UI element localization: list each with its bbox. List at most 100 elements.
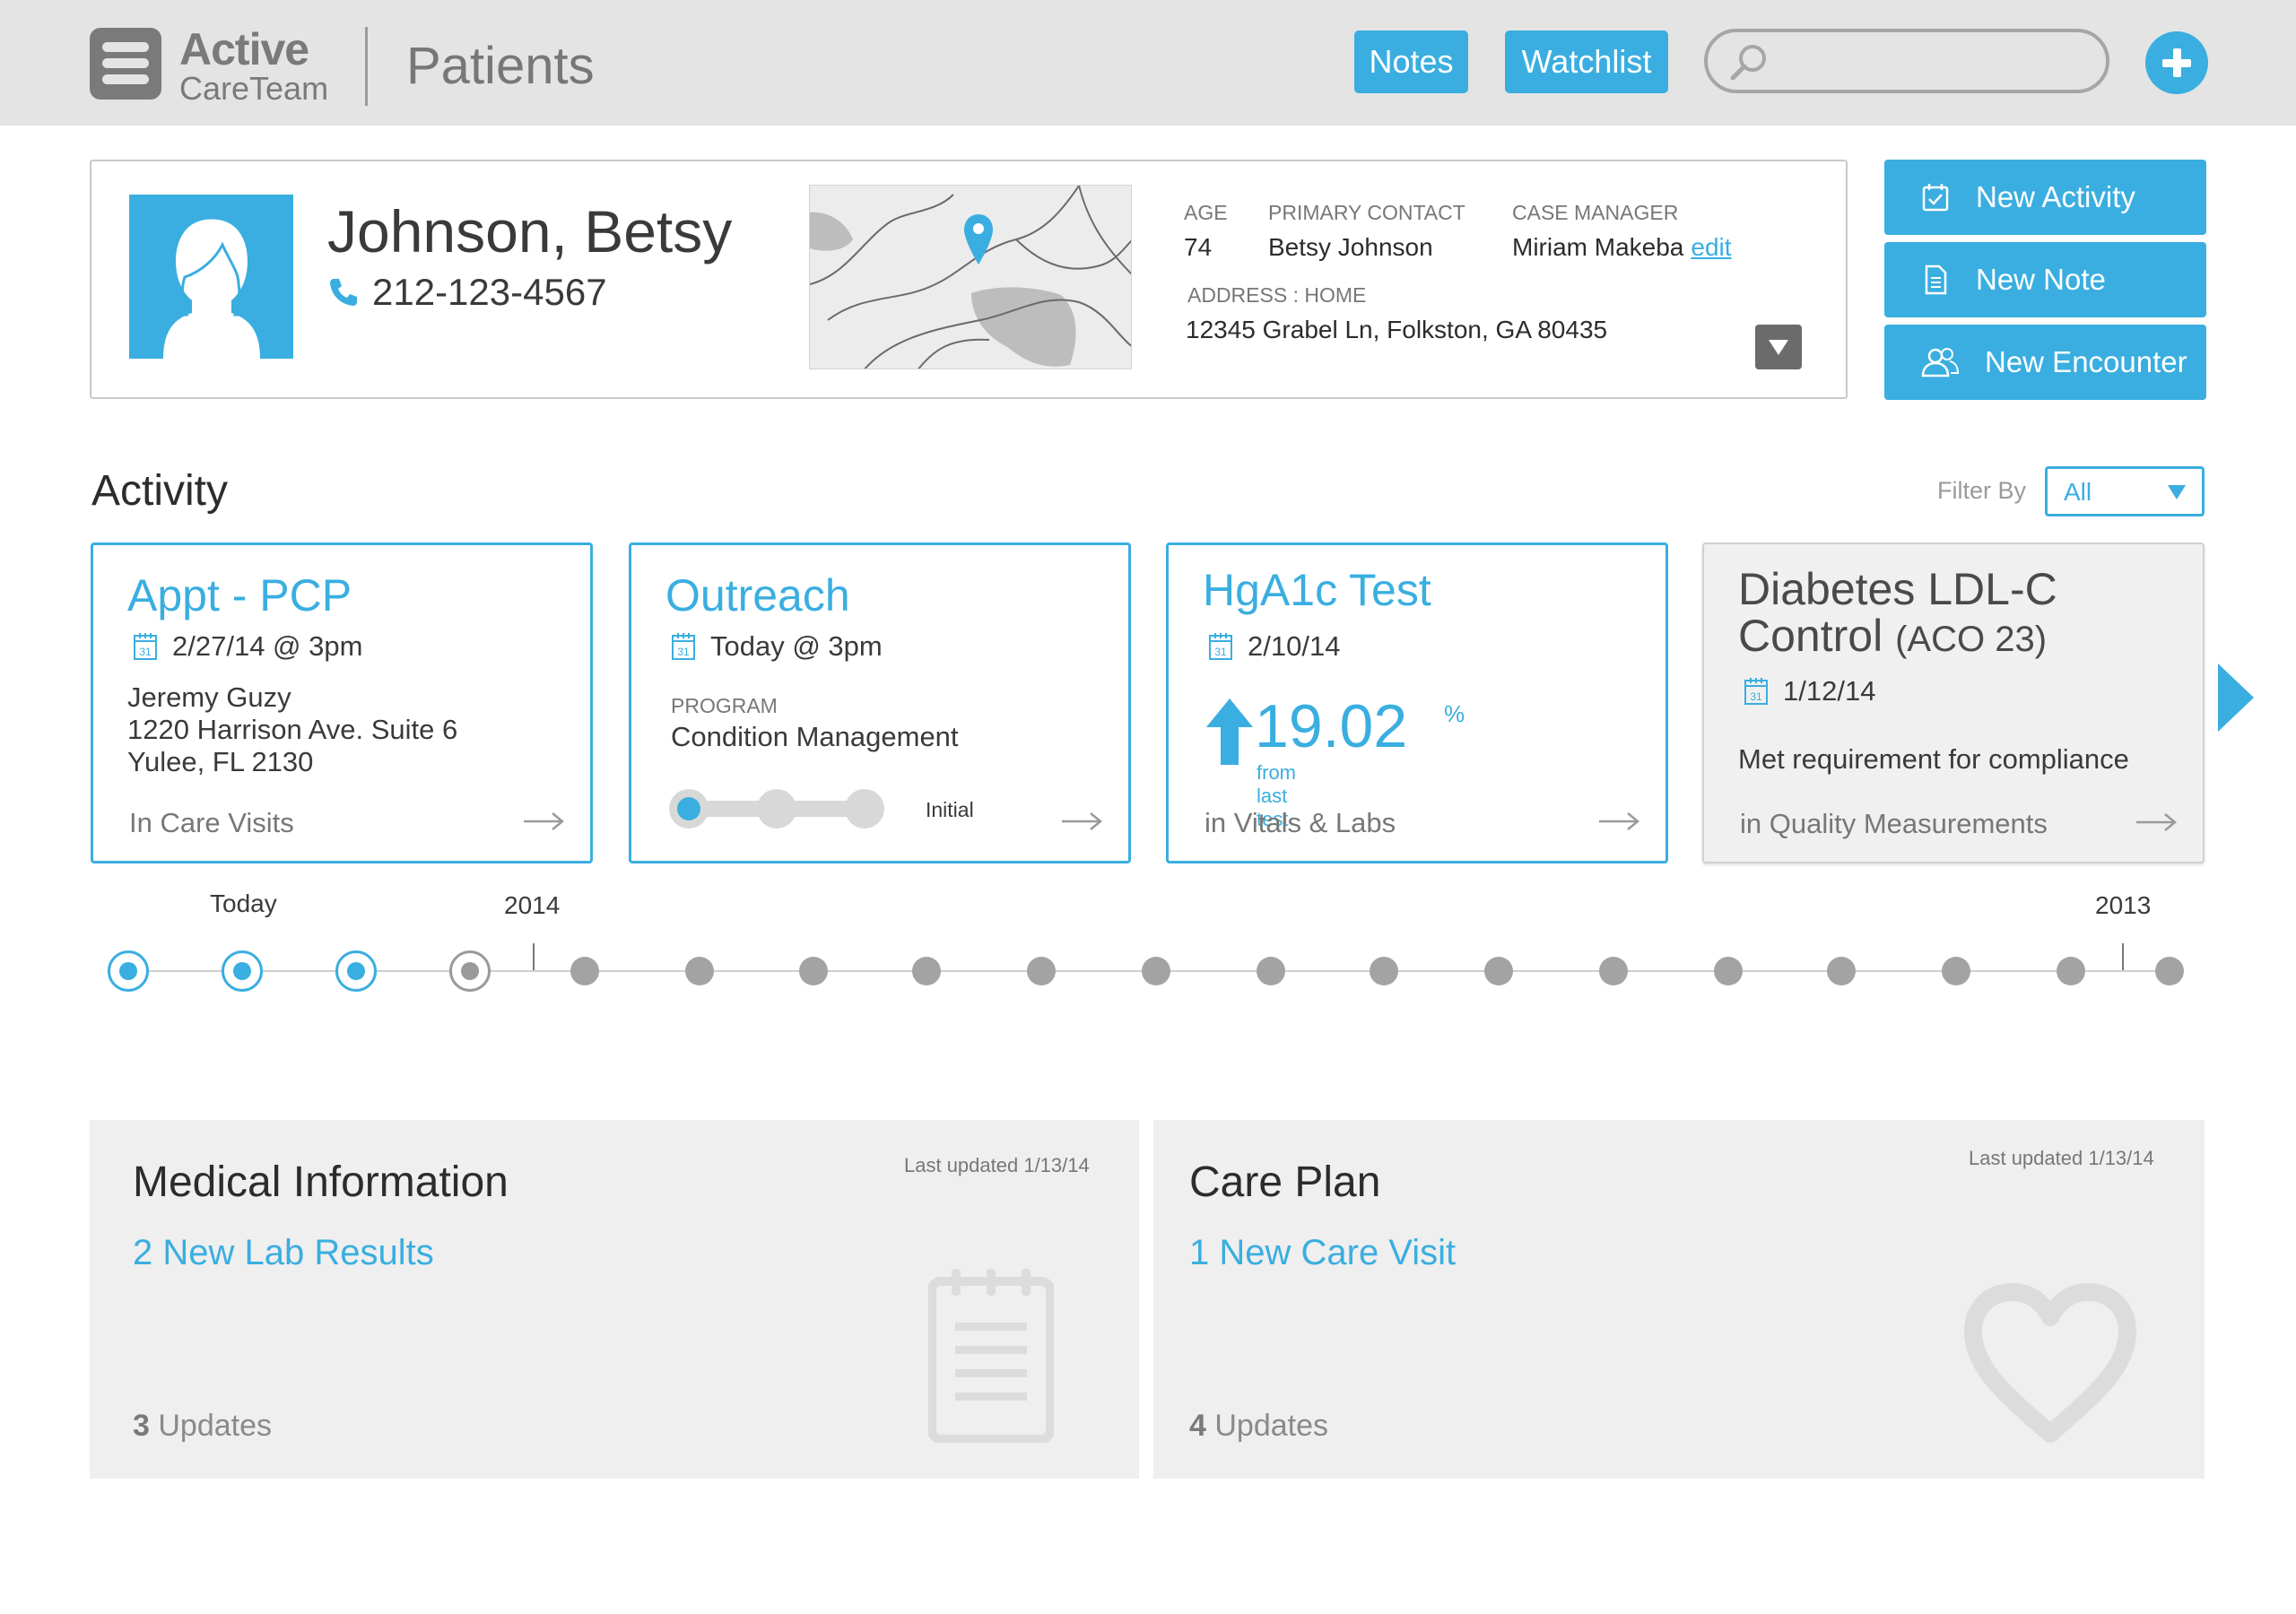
timeline-node-dot[interactable] [1484, 957, 1513, 985]
document-icon [1920, 265, 1951, 295]
arrow-right-icon[interactable] [1060, 811, 1103, 836]
card-title: Appt - PCP [127, 570, 352, 620]
primary-contact-label: PRIMARY CONTACT [1268, 201, 1465, 224]
card-title: HgA1c Test [1203, 565, 1431, 615]
menu-logo-icon[interactable] [90, 28, 161, 100]
timeline-node-dot[interactable] [1142, 957, 1170, 985]
card-title: Outreach [665, 570, 850, 620]
stepper-label: Initial [926, 798, 974, 821]
chevron-down-icon [2168, 485, 2186, 499]
program-value: Condition Management [671, 721, 959, 752]
age-value: 74 [1184, 233, 1213, 261]
card-date: 31 1/12/14 [1744, 675, 1875, 707]
progress-stepper [669, 789, 884, 829]
stepper-step [757, 789, 796, 829]
timeline-node-dot[interactable] [570, 957, 599, 985]
timeline-tick-2014 [533, 943, 535, 970]
new-lab-results-link[interactable]: 2 New Lab Results [133, 1233, 434, 1273]
activity-card-appointment[interactable]: Appt - PCP 31 2/27/14 @ 3pm Jeremy Guzy … [91, 542, 593, 863]
card-date-text: 2/27/14 @ 3pm [172, 630, 363, 662]
timeline-node-dot[interactable] [799, 957, 828, 985]
filter-by-label: Filter By [1937, 477, 2027, 504]
card-address-line1: 1220 Harrison Ave. Suite 6 [127, 714, 458, 745]
timeline-node-hollow[interactable] [449, 950, 491, 992]
edit-case-manager-link[interactable]: edit [1691, 233, 1731, 261]
card-title: Diabetes LDL-C Control (ACO 23) [1738, 566, 2057, 663]
updates-number: 3 [133, 1409, 150, 1443]
address-label: ADDRESS : HOME [1187, 283, 1367, 307]
new-activity-button[interactable]: New Activity [1884, 160, 2206, 235]
clipboard-icon [927, 1263, 1055, 1447]
patient-summary-card: Johnson, Betsy 212-123-4567 AGE 74 PRIMA… [90, 160, 1848, 399]
timeline-node-dot[interactable] [2057, 957, 2085, 985]
panel-last-updated: Last updated 1/13/14 [904, 1154, 1090, 1176]
timeline-label-2013: 2013 [2095, 891, 2152, 919]
arrow-up-icon [1206, 699, 1253, 765]
card-title-control: Control [1738, 611, 1883, 661]
card-description: Met requirement for compliance [1738, 743, 2129, 775]
page-title: Patients [406, 37, 595, 95]
medical-information-panel[interactable]: Medical Information Last updated 1/13/14… [90, 1120, 1139, 1479]
search-input[interactable] [1704, 29, 2109, 93]
timeline-node-active[interactable] [108, 950, 149, 992]
timeline-node-dot[interactable] [1714, 957, 1743, 985]
expand-details-button[interactable] [1755, 325, 1802, 369]
calendar-icon: 31 [1744, 677, 1769, 706]
patient-name: Johnson, Betsy [327, 198, 733, 265]
timeline-node-dot[interactable] [1027, 957, 1056, 985]
new-care-visit-link[interactable]: 1 New Care Visit [1189, 1233, 1456, 1273]
female-avatar-icon [154, 216, 269, 359]
timeline-node-dot[interactable] [1827, 957, 1856, 985]
new-encounter-button[interactable]: New Encounter [1884, 325, 2206, 400]
phone-number: 212-123-4567 [372, 271, 607, 313]
timeline-node-dot[interactable] [1942, 957, 1970, 985]
calendar-check-icon [1920, 182, 1951, 213]
timeline-node-active[interactable] [335, 950, 377, 992]
heart-icon [1961, 1281, 2140, 1451]
timeline-node-dot[interactable] [2155, 957, 2184, 985]
card-title-line1: Diabetes LDL-C [1738, 564, 2057, 614]
care-plan-panel[interactable]: Care Plan Last updated 1/13/14 1 New Car… [1153, 1120, 2205, 1479]
activity-card-quality-measure[interactable]: Diabetes LDL-C Control (ACO 23) 31 1/12/… [1702, 542, 2205, 863]
next-page-arrow-icon[interactable] [2218, 664, 2254, 732]
activity-title: Activity [91, 467, 229, 515]
svg-text:31: 31 [1750, 690, 1762, 703]
panel-title: Medical Information [133, 1158, 509, 1206]
notes-button[interactable]: Notes [1354, 30, 1468, 93]
case-manager-name: Miriam Makeba [1512, 233, 1684, 261]
case-manager-value: Miriam Makeba edit [1512, 233, 1732, 262]
timeline-node-dot[interactable] [1370, 957, 1398, 985]
address-value: 12345 Grabel Ln, Folkston, GA 80435 [1186, 316, 1608, 343]
phone-icon [330, 279, 357, 306]
address-map[interactable] [809, 185, 1132, 369]
timeline-node-dot[interactable] [912, 957, 941, 985]
card-provider: Jeremy Guzy [127, 681, 291, 713]
activity-card-lab-test[interactable]: HgA1c Test 31 2/10/14 19.02 % from last … [1166, 542, 1668, 863]
age-label: AGE [1184, 201, 1228, 224]
arrow-right-icon[interactable] [522, 811, 565, 836]
updates-label: Updates [1205, 1409, 1329, 1443]
timeline-node-dot[interactable] [685, 957, 714, 985]
timeline-node-dot[interactable] [1257, 957, 1285, 985]
panel-updates-count: 3 Updates [133, 1409, 272, 1444]
avatar [129, 195, 293, 359]
timeline-node-active[interactable] [222, 950, 263, 992]
metric-value: 19.02 [1255, 692, 1408, 760]
filter-select[interactable]: All [2045, 466, 2205, 516]
watchlist-button[interactable]: Watchlist [1505, 30, 1668, 93]
new-encounter-label: New Encounter [1985, 345, 2187, 378]
svg-text:31: 31 [677, 646, 690, 658]
arrow-right-icon[interactable] [2135, 812, 2178, 837]
panel-updates-count: 4 Updates [1189, 1409, 1328, 1444]
map-pin-icon [964, 214, 993, 265]
arrow-right-icon[interactable] [1597, 811, 1640, 836]
stepper-step [669, 789, 709, 829]
activity-card-outreach[interactable]: Outreach 31 Today @ 3pm PROGRAM Conditio… [629, 542, 1131, 863]
timeline-node-dot[interactable] [1599, 957, 1628, 985]
patient-phone[interactable]: 212-123-4567 [327, 271, 607, 314]
timeline-label-today: Today [210, 889, 277, 917]
panel-last-updated: Last updated 1/13/14 [1969, 1147, 2154, 1169]
new-note-button[interactable]: New Note [1884, 242, 2206, 317]
card-title-sub: (ACO 23) [1895, 620, 2048, 659]
plus-icon[interactable] [2145, 31, 2208, 94]
